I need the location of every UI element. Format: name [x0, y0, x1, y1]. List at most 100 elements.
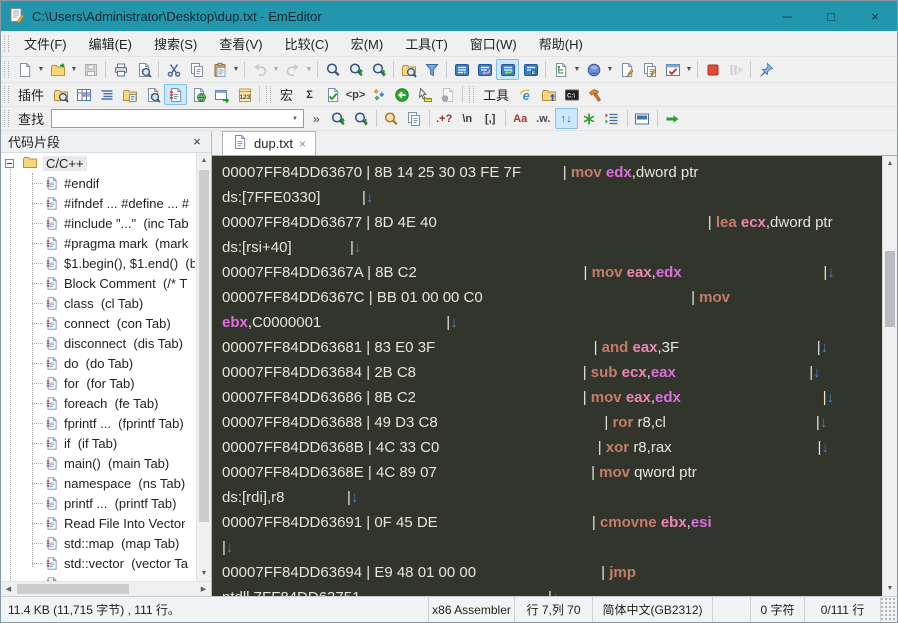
open-button[interactable]: [46, 59, 69, 80]
status-syntax[interactable]: x86 Assembler: [428, 597, 514, 622]
tree-item-6[interactable]: class (cl Tab): [1, 293, 211, 313]
scroll-left-icon[interactable]: ◀: [1, 582, 16, 596]
in-selection-toggle[interactable]: [631, 108, 654, 129]
scroll-down-icon[interactable]: ▼: [197, 566, 211, 581]
maximize-button[interactable]: □: [809, 1, 853, 31]
find-previous-button[interactable]: [344, 59, 367, 80]
snippets-tree[interactable]: C/C++ #endif #ifndef ... #define ... # #in…: [1, 153, 211, 581]
findbar-previous-button[interactable]: [327, 108, 350, 129]
status-sel-lines[interactable]: 0/111 行: [804, 597, 880, 622]
scrollbar-thumb[interactable]: [199, 170, 209, 522]
regex-toggle[interactable]: .+?: [433, 108, 456, 129]
menu-item-2[interactable]: 搜索(S): [143, 31, 208, 56]
cut-button[interactable]: [162, 59, 185, 80]
run-macro-button[interactable]: [638, 59, 661, 80]
macro-select-cursor-button[interactable]: [413, 84, 436, 105]
plugin-search-button[interactable]: [141, 84, 164, 105]
print-button[interactable]: [109, 59, 132, 80]
tree-item-5[interactable]: Block Comment (/* T: [1, 273, 211, 293]
menu-item-1[interactable]: 编辑(E): [78, 31, 143, 56]
print-preview-button[interactable]: [132, 59, 155, 80]
tool-command-prompt-button[interactable]: C:\: [560, 84, 583, 105]
outline-button-dropdown[interactable]: ▼: [572, 59, 582, 80]
menu-item-4[interactable]: 比较(C): [274, 31, 340, 56]
char-range-toggle[interactable]: [,]: [479, 108, 502, 129]
scroll-right-icon[interactable]: ▶: [196, 582, 211, 596]
find-in-files-button[interactable]: [397, 59, 420, 80]
collapse-icon[interactable]: [5, 158, 14, 168]
tree-item-15[interactable]: namespace (ns Tab): [1, 473, 211, 493]
resize-grip[interactable]: [880, 597, 897, 622]
scrollbar-thumb[interactable]: [885, 251, 895, 327]
filter-lines-button[interactable]: [601, 108, 624, 129]
advance-search-button[interactable]: [661, 108, 684, 129]
record-macro-button[interactable]: [615, 59, 638, 80]
editor-vertical-scrollbar[interactable]: ▲ ▼: [882, 156, 897, 596]
whole-word-toggle[interactable]: .w.: [532, 108, 555, 129]
tree-item-16[interactable]: printf ... (printf Tab): [1, 493, 211, 513]
paste-button-dropdown[interactable]: ▼: [231, 59, 241, 80]
tree-item-19[interactable]: std::vector (vector Ta: [1, 553, 211, 573]
status-encoding[interactable]: 简体中文(GB2312): [592, 597, 712, 622]
paste-button[interactable]: [208, 59, 231, 80]
macro-tidy-button[interactable]: [367, 84, 390, 105]
toolbar-grip[interactable]: [4, 61, 9, 78]
plugin-snippets-button[interactable]: [164, 84, 188, 105]
title-bar[interactable]: C:\Users\Administrator\Desktop\dup.txt -…: [1, 1, 897, 31]
tree-root-cpp[interactable]: C/C++: [1, 153, 211, 173]
plugin-explorer-button[interactable]: [49, 84, 72, 105]
overflow-chevron-icon[interactable]: »: [313, 112, 320, 126]
escape-seq-toggle[interactable]: \n: [456, 108, 479, 129]
wrap-none-button[interactable]: [450, 59, 473, 80]
plugin-outline-button[interactable]: [95, 84, 118, 105]
tree-item-12[interactable]: fprintf ... (fprintf Tab): [1, 413, 211, 433]
toolbar-grip[interactable]: [4, 86, 9, 103]
select-macro-button[interactable]: [661, 59, 684, 80]
tree-item-8[interactable]: disconnect (dis Tab): [1, 333, 211, 353]
find-input[interactable]: [52, 111, 288, 126]
tree-item-18[interactable]: std::map (map Tab): [1, 533, 211, 553]
plugin-open-documents-button[interactable]: [118, 84, 141, 105]
tree-item-11[interactable]: foreach (fe Tab): [1, 393, 211, 413]
macro-back-button[interactable]: [390, 84, 413, 105]
toolbar-grip[interactable]: [4, 35, 9, 52]
plugins-button-dropdown[interactable]: ▼: [605, 59, 615, 80]
wrap-by-page-button[interactable]: [519, 59, 542, 80]
menu-item-8[interactable]: 帮助(H): [528, 31, 594, 56]
highlight-button[interactable]: [380, 108, 403, 129]
menu-item-5[interactable]: 宏(M): [340, 31, 395, 56]
scroll-up-icon[interactable]: ▲: [883, 156, 897, 171]
scroll-up-icon[interactable]: ▲: [197, 153, 211, 168]
minimize-button[interactable]: ─: [765, 1, 809, 31]
tree-item-13[interactable]: if (if Tab): [1, 433, 211, 453]
plugin-projects-button[interactable]: [210, 84, 233, 105]
select-macro-button-dropdown[interactable]: ▼: [684, 59, 694, 80]
tree-item-10[interactable]: for (for Tab): [1, 373, 211, 393]
tree-item-0[interactable]: #endif: [1, 173, 211, 193]
menu-item-3[interactable]: 查看(V): [208, 31, 273, 56]
tree-item-14[interactable]: main() (main Tab): [1, 453, 211, 473]
scroll-down-icon[interactable]: ▼: [883, 581, 897, 596]
copy-button[interactable]: [185, 59, 208, 80]
menu-item-6[interactable]: 工具(T): [394, 31, 459, 56]
pin-button[interactable]: [754, 59, 777, 80]
macro-sum-button[interactable]: Σ: [298, 84, 321, 105]
stop-button[interactable]: [701, 59, 724, 80]
tab-close-icon[interactable]: ×: [299, 137, 306, 151]
macro-ptag-button[interactable]: <p>: [344, 84, 367, 105]
wrap-by-character-button[interactable]: [473, 59, 496, 80]
tool-build-button[interactable]: [583, 84, 606, 105]
tab-dup-txt[interactable]: dup.txt ×: [222, 131, 317, 155]
status-sel-chars[interactable]: 0 字符: [750, 597, 804, 622]
tree-item-partial[interactable]: [1, 573, 211, 581]
tree-item-2[interactable]: #include "..." (inc Tab: [1, 213, 211, 233]
menu-item-7[interactable]: 窗口(W): [459, 31, 528, 56]
plugins-button[interactable]: [582, 59, 605, 80]
outline-button[interactable]: [549, 59, 572, 80]
panel-close-icon[interactable]: ×: [190, 134, 204, 149]
scrollbar-thumb[interactable]: [17, 584, 129, 594]
copy-highlighted-button[interactable]: [403, 108, 426, 129]
tree-item-9[interactable]: do (do Tab): [1, 353, 211, 373]
macro-check-syntax-button[interactable]: [321, 84, 344, 105]
tree-item-3[interactable]: #pragma mark (mark: [1, 233, 211, 253]
